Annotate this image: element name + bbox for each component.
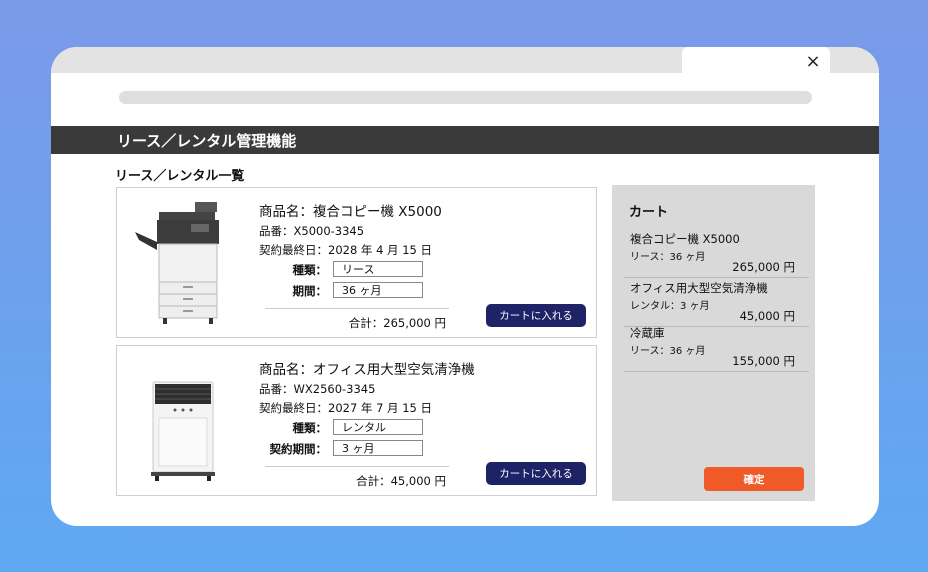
air-purifier-icon (151, 381, 215, 481)
type-field[interactable]: レンタル (333, 419, 423, 435)
cart-item-name: オフィス用大型空気清浄機 (630, 281, 768, 295)
cart-item-term: リース：36 ヶ月 (630, 346, 706, 357)
product-number: 品番：X5000-3345 (259, 224, 365, 238)
copier-icon (135, 202, 219, 324)
cart-item: オフィス用大型空気清浄機 レンタル：3 ヶ月 45,000 円 (624, 280, 809, 327)
page-title: リース／レンタル管理機能 (117, 132, 297, 150)
close-icon[interactable]: × (803, 52, 823, 72)
add-to-cart-button[interactable]: カートに入れる (486, 304, 586, 327)
product-card-copier: 商品名：複合コピー機 X5000 品番：X5000-3345 契約最終日：202… (116, 187, 597, 338)
cart-item: 冷蔵庫 リース：36 ヶ月 155,000 円 (624, 325, 809, 372)
cart-item-name: 冷蔵庫 (630, 326, 665, 340)
browser-window: × リース／レンタル管理機能 リース／レンタル一覧 商品名：複合コピー機 X50… (51, 47, 879, 526)
type-label: 種類： (292, 421, 328, 435)
contract-end-date: 契約最終日：2028 年 4 月 15 日 (259, 243, 432, 257)
period-label: 契約期間： (269, 442, 328, 456)
confirm-button[interactable]: 確定 (704, 467, 804, 491)
product-number: 品番：WX2560-3345 (259, 382, 376, 396)
cart-item-name: 複合コピー機 X5000 (630, 232, 740, 246)
type-field[interactable]: リース (333, 261, 423, 277)
contract-end-date: 契約最終日：2027 年 7 月 15 日 (259, 401, 432, 415)
address-bar[interactable] (119, 91, 812, 104)
add-to-cart-button[interactable]: カートに入れる (486, 462, 586, 485)
total-amount: 合計：45,000 円 (356, 474, 446, 488)
app-title-bar: リース／レンタル管理機能 (51, 126, 879, 154)
cart-item-price: 45,000 円 (739, 309, 795, 323)
cart-item-price: 265,000 円 (732, 260, 795, 274)
cart-item-price: 155,000 円 (732, 354, 795, 368)
cart-item: 複合コピー機 X5000 リース：36 ヶ月 265,000 円 (624, 231, 809, 278)
divider (265, 308, 449, 309)
period-field[interactable]: 3 ヶ月 (333, 440, 423, 456)
cart-panel: カート 複合コピー機 X5000 リース：36 ヶ月 265,000 円 オフィ… (612, 185, 815, 501)
total-amount: 合計：265,000 円 (348, 316, 446, 330)
product-card-air-purifier: 商品名：オフィス用大型空気清浄機 品番：WX2560-3345 契約最終日：20… (116, 345, 597, 496)
product-name: 商品名：オフィス用大型空気清浄機 (259, 362, 475, 378)
cart-item-term: リース：36 ヶ月 (630, 252, 706, 263)
period-field[interactable]: 36 ヶ月 (333, 282, 423, 298)
period-label: 期間： (292, 284, 328, 298)
type-label: 種類： (292, 263, 328, 277)
cart-item-term: レンタル：3 ヶ月 (630, 301, 710, 312)
product-name: 商品名：複合コピー機 X5000 (259, 204, 442, 220)
cart-title: カート (629, 205, 669, 220)
list-heading: リース／レンタル一覧 (115, 169, 245, 184)
divider (265, 466, 449, 467)
